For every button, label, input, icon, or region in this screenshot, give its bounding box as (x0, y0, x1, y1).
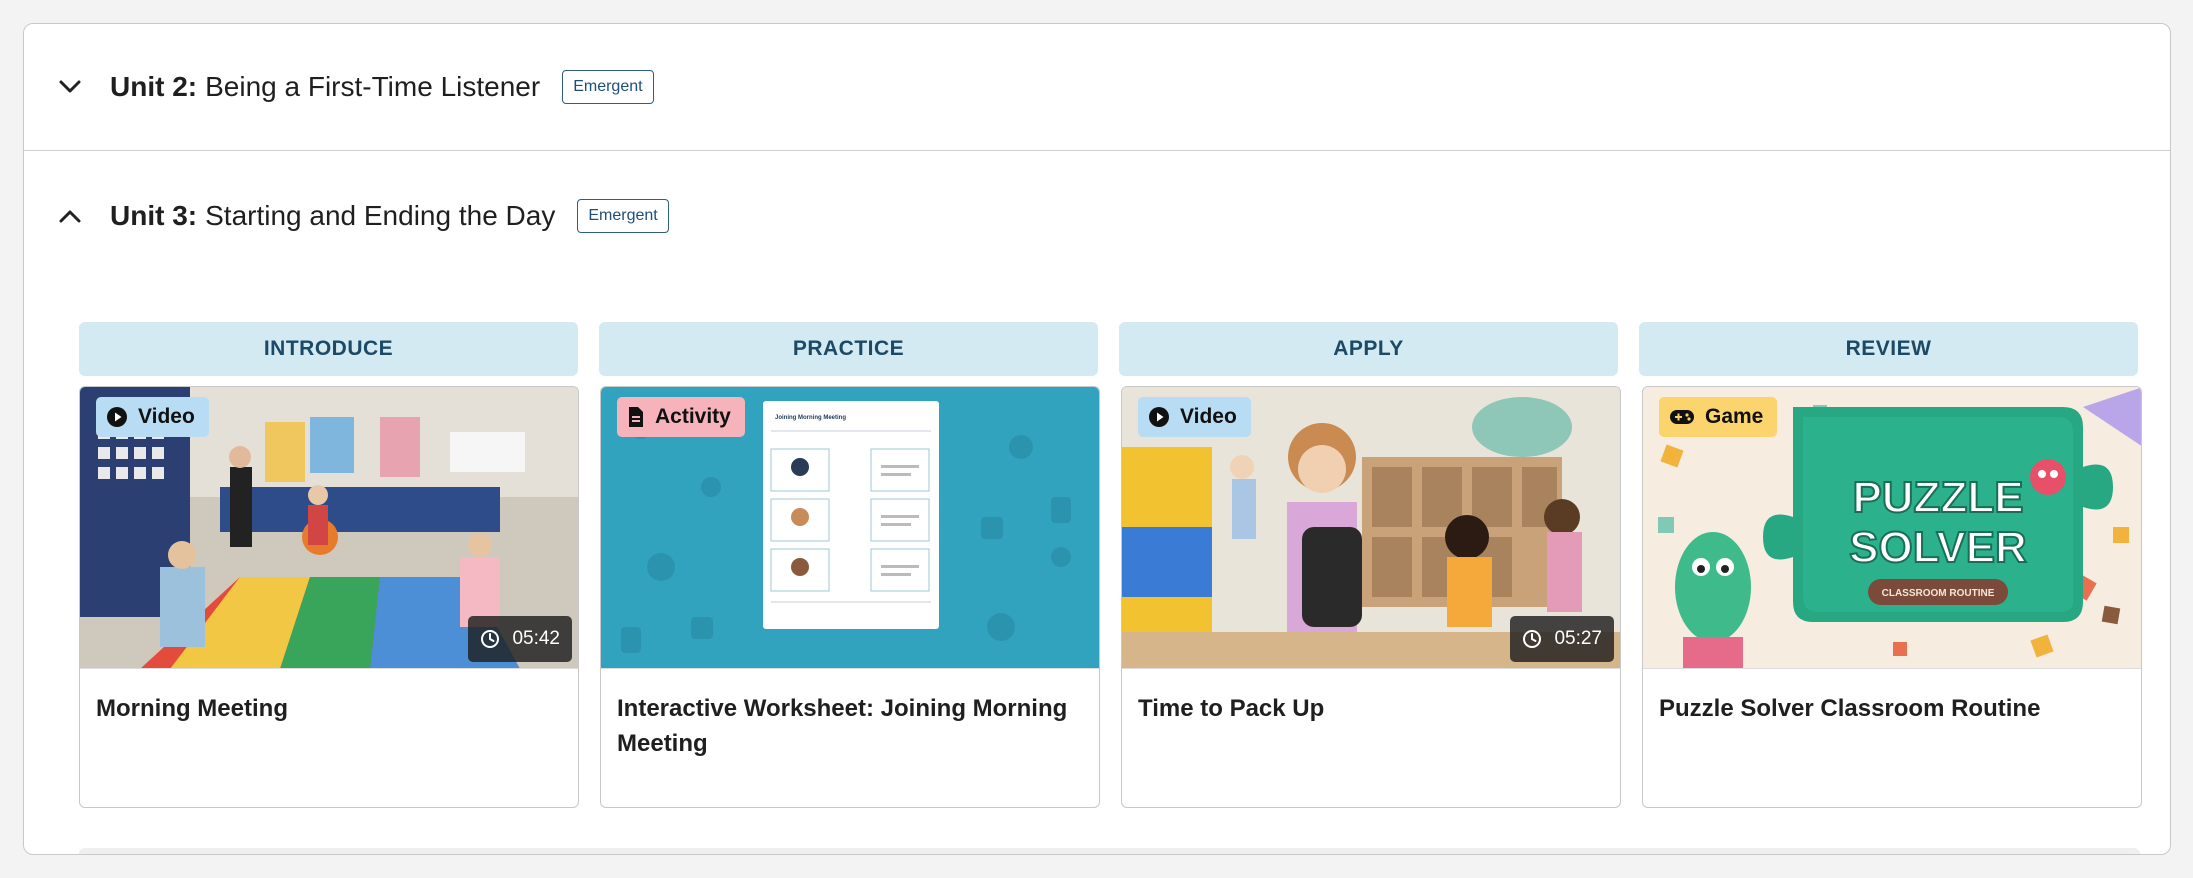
clock-icon (1523, 630, 1542, 648)
play-icon (1149, 407, 1169, 427)
stage-headers: INTRODUCE PRACTICE APPLY REVIEW (79, 322, 2138, 376)
unit-number: Unit 2: (110, 71, 198, 102)
video-thumbnail[interactable]: Video 05:27 (1122, 387, 1620, 669)
type-label: Game (1705, 405, 1764, 428)
gamepad-icon (1670, 410, 1694, 424)
document-icon (629, 407, 643, 427)
unit-name: Starting and Ending the Day (205, 199, 556, 231)
next-row-edge (79, 848, 2140, 854)
unit-title: Unit 3: Starting and Ending the Day (110, 200, 555, 232)
game-subtitle: CLASSROOM ROUTINE (1882, 588, 1995, 599)
type-label: Activity (655, 405, 731, 428)
unit-title: Unit 2: Being a First-Time Listener (110, 71, 540, 103)
type-label: Video (1180, 405, 1237, 428)
clock-icon (481, 630, 500, 648)
video-thumbnail[interactable]: Video 05:42 (80, 387, 578, 669)
duration-badge: 05:42 (468, 616, 572, 662)
type-tag-video: Video (96, 397, 209, 437)
lesson-card-morning-meeting[interactable]: Video 05:42 Morning Meeting (79, 386, 579, 808)
card-title[interactable]: Puzzle Solver Classroom Routine (1643, 669, 2141, 726)
duration-badge: 05:27 (1510, 616, 1614, 662)
activity-thumbnail[interactable]: Joining Morning Meeting Activity (601, 387, 1099, 669)
play-icon (107, 407, 127, 427)
unit-3-header[interactable]: Unit 3: Starting and Ending the Day Emer… (24, 153, 2170, 278)
level-badge: Emergent (577, 198, 669, 233)
game-thumbnail[interactable]: PUZZLE SOLVER CLASSROOM ROUTINE Game (1643, 387, 2141, 669)
lesson-card-pack-up[interactable]: Video 05:27 Time to Pack Up (1121, 386, 1621, 808)
card-title[interactable]: Interactive Worksheet: Joining Morning M… (601, 669, 1099, 761)
lesson-card-worksheet[interactable]: Joining Morning Meeting Activity Interac… (600, 386, 1100, 808)
type-label: Video (138, 405, 195, 428)
lesson-cards: Video 05:42 Morning Meeting Joining Morn… (79, 386, 2142, 808)
chevron-up-icon[interactable] (52, 198, 88, 234)
game-title-line1: PUZZLE (1852, 473, 2023, 522)
lesson-card-puzzle-solver[interactable]: PUZZLE SOLVER CLASSROOM ROUTINE Game Puz… (1642, 386, 2142, 808)
game-title-line2: SOLVER (1849, 523, 2027, 572)
stage-practice: PRACTICE (599, 322, 1098, 376)
worksheet-header: Joining Morning Meeting (775, 415, 846, 421)
unit-name: Being a First-Time Listener (205, 71, 541, 102)
type-tag-game: Game (1659, 397, 1778, 437)
unit-number: Unit 3: (110, 199, 198, 231)
card-title[interactable]: Morning Meeting (80, 669, 578, 726)
type-tag-video: Video (1138, 397, 1251, 437)
chevron-down-icon[interactable] (52, 69, 88, 105)
card-title[interactable]: Time to Pack Up (1122, 669, 1620, 726)
duration-text: 05:42 (512, 628, 560, 649)
level-badge: Emergent (562, 70, 654, 104)
stage-apply: APPLY (1119, 322, 1618, 376)
stage-review: REVIEW (1639, 322, 2138, 376)
type-tag-activity: Activity (617, 397, 745, 437)
unit-2-header[interactable]: Unit 2: Being a First-Time Listener Emer… (24, 24, 2170, 151)
stage-introduce: INTRODUCE (79, 322, 578, 376)
duration-text: 05:27 (1554, 628, 1602, 649)
units-panel: Unit 2: Being a First-Time Listener Emer… (23, 23, 2171, 855)
